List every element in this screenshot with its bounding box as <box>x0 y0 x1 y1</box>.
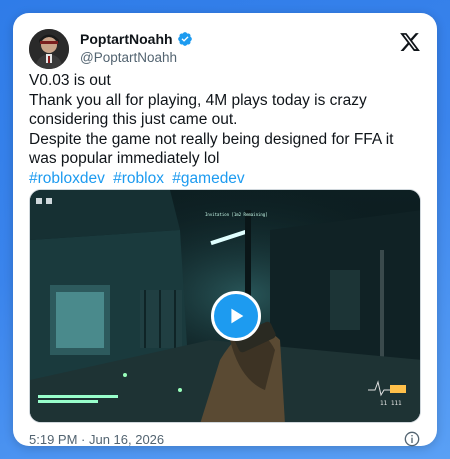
tweet-line: Despite the game not really being design… <box>29 130 394 168</box>
tweet-text: V0.03 is out Thank you all for playing, … <box>29 71 421 188</box>
verified-badge-icon <box>177 32 192 46</box>
play-icon <box>231 308 244 324</box>
svg-text:11 111: 11 111 <box>380 400 402 407</box>
display-name[interactable]: PoptartNoahh <box>80 31 173 47</box>
play-button[interactable] <box>211 291 261 341</box>
avatar[interactable] <box>29 29 69 69</box>
x-logo-icon[interactable] <box>399 31 421 53</box>
hashtags: #robloxdev #roblox #gamedev <box>29 169 421 189</box>
hashtag-link[interactable]: #roblox <box>113 170 164 187</box>
tweet-line: Thank you all for playing, 4M plays toda… <box>29 91 367 129</box>
handle[interactable]: @PoptartNoahh <box>80 50 177 65</box>
hud-title: Invitation [1m2 Remaining] <box>205 212 268 217</box>
tweet-card: PoptartNoahh @PoptartNoahh V0.03 is out … <box>13 13 437 447</box>
video-player[interactable]: 11 111 Invitation [1m2 Remaining] <box>29 189 421 423</box>
hashtag-link[interactable]: #gamedev <box>172 170 244 187</box>
tweet-line: V0.03 is out <box>29 72 111 89</box>
info-icon[interactable] <box>404 431 420 447</box>
timestamp[interactable]: 5:19 PM · Jun 16, 2026 <box>29 432 164 447</box>
hashtag-link[interactable]: #robloxdev <box>29 170 105 187</box>
